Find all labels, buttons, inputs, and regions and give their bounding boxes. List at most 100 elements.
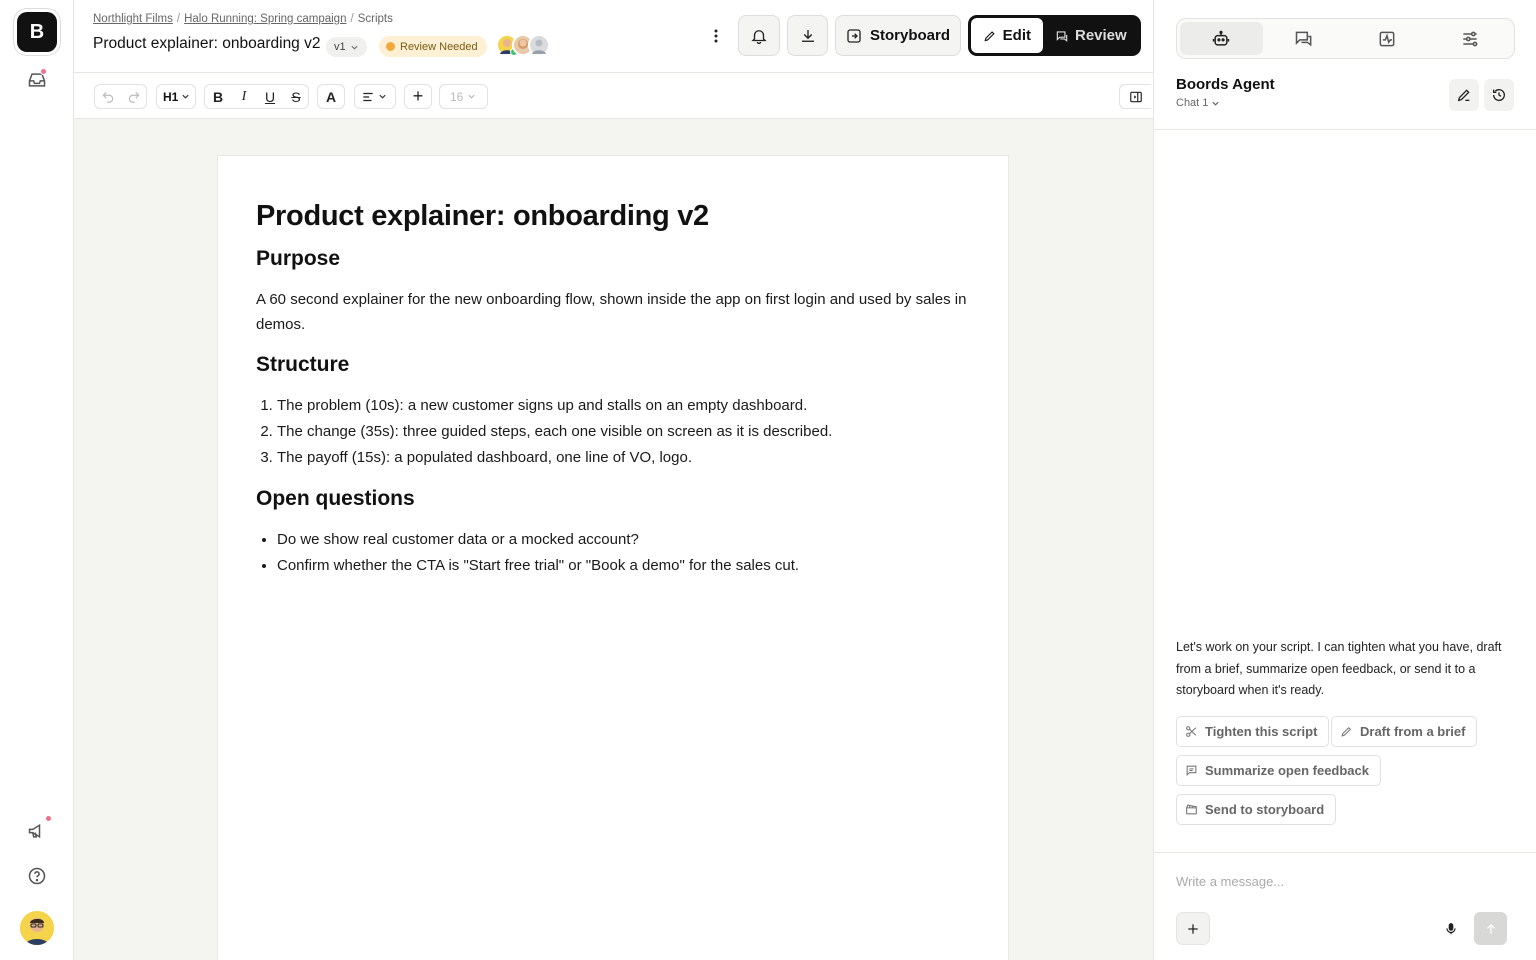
export-icon bbox=[847, 28, 861, 43]
breadcrumb-section[interactable]: Scripts bbox=[358, 13, 393, 25]
attach-button[interactable] bbox=[1176, 912, 1210, 945]
document-page[interactable]: Product explainer: onboarding v2 Purpose… bbox=[218, 156, 1008, 960]
suggestion-draft-brief[interactable]: Draft from a brief bbox=[1331, 716, 1478, 747]
help-icon[interactable] bbox=[25, 864, 49, 888]
bold-button[interactable]: B bbox=[205, 85, 231, 108]
plus-icon bbox=[1188, 923, 1198, 934]
chat-history-button[interactable] bbox=[1484, 79, 1514, 111]
list-item[interactable]: The problem (10s): a new customer signs … bbox=[277, 393, 970, 419]
tab-settings[interactable] bbox=[1428, 22, 1511, 55]
suggestion-summarize-feedback[interactable]: Summarize open feedback bbox=[1176, 755, 1381, 786]
status-badge[interactable]: Review Needed bbox=[379, 36, 487, 57]
chevron-down-icon bbox=[1212, 101, 1220, 106]
align-select[interactable] bbox=[354, 84, 396, 109]
strikethrough-button[interactable]: S bbox=[283, 85, 309, 108]
purpose-heading[interactable]: Purpose bbox=[256, 247, 970, 271]
suggestion-tighten[interactable]: Tighten this script bbox=[1176, 716, 1330, 747]
questions-list: Do we show real customer data or a mocke… bbox=[277, 527, 970, 579]
comment-icon bbox=[1056, 30, 1068, 42]
toggle-panel-button[interactable] bbox=[1119, 84, 1151, 109]
inbox-icon[interactable] bbox=[25, 68, 49, 92]
left-rail: B bbox=[0, 0, 74, 960]
scissors-icon bbox=[1186, 726, 1197, 737]
text-style-group: B I U S bbox=[204, 84, 309, 109]
app-logo[interactable]: B bbox=[17, 12, 57, 52]
bell-icon bbox=[751, 29, 767, 44]
collaborator-avatar bbox=[528, 34, 550, 56]
insert-button[interactable]: + bbox=[404, 84, 432, 109]
chevron-down-icon bbox=[351, 45, 358, 50]
agent-panel: Boords Agent Chat 1 Let's work on your s… bbox=[1153, 0, 1536, 960]
tab-activity[interactable] bbox=[1346, 22, 1429, 55]
document-canvas: Product explainer: onboarding v2 Purpose… bbox=[74, 119, 1153, 960]
redo-icon bbox=[128, 91, 140, 103]
send-button[interactable] bbox=[1474, 912, 1507, 945]
microphone-button[interactable] bbox=[1440, 918, 1462, 940]
list-item[interactable]: The payoff (15s): a populated dashboard,… bbox=[277, 445, 970, 471]
history-group bbox=[94, 84, 147, 109]
chevron-down-icon bbox=[379, 94, 386, 99]
review-mode-button[interactable]: Review bbox=[1043, 18, 1139, 53]
list-item[interactable]: The change (35s): three guided steps, ea… bbox=[277, 419, 970, 445]
document-title[interactable]: Product explainer: onboarding v2 bbox=[256, 200, 970, 233]
new-chat-button[interactable] bbox=[1449, 79, 1479, 111]
suggestion-send-storyboard[interactable]: Send to storyboard bbox=[1176, 794, 1337, 825]
message-input[interactable] bbox=[1176, 874, 1506, 889]
status-dot bbox=[386, 42, 395, 51]
activity-icon bbox=[1379, 31, 1395, 46]
version-select[interactable]: v1 bbox=[326, 37, 367, 57]
purpose-paragraph[interactable]: A 60 second explainer for the new onboar… bbox=[256, 287, 970, 337]
sidebar-toggle-icon bbox=[1129, 91, 1142, 102]
announcement-dot bbox=[45, 815, 52, 822]
breadcrumb: Northlight Films / Halo Running: Spring ca… bbox=[93, 13, 393, 25]
page-title[interactable]: Product explainer: onboarding v2 bbox=[93, 35, 320, 53]
chevron-down-icon bbox=[182, 94, 189, 99]
download-button[interactable] bbox=[787, 15, 828, 56]
robot-icon bbox=[1213, 30, 1230, 46]
notifications-button[interactable] bbox=[738, 15, 780, 56]
history-icon bbox=[1493, 89, 1505, 101]
document-header: Northlight Films / Halo Running: Spring ca… bbox=[74, 0, 1153, 73]
structure-heading[interactable]: Structure bbox=[256, 353, 970, 377]
tab-comments[interactable] bbox=[1263, 22, 1346, 55]
edit-mode-button[interactable]: Edit bbox=[971, 18, 1043, 53]
tab-agent[interactable] bbox=[1180, 22, 1263, 55]
underline-button[interactable]: U bbox=[257, 85, 283, 108]
microphone-icon bbox=[1446, 923, 1456, 935]
download-icon bbox=[801, 29, 814, 42]
agent-message: Let's work on your script. I can tighten… bbox=[1176, 640, 1502, 697]
list-item[interactable]: Do we show real customer data or a mocke… bbox=[277, 527, 970, 553]
pencil-icon bbox=[984, 30, 995, 41]
composer-divider bbox=[1154, 852, 1536, 853]
font-size-select[interactable]: 16 bbox=[439, 84, 488, 109]
align-left-icon bbox=[363, 92, 373, 101]
user-avatar[interactable] bbox=[20, 911, 54, 945]
collaborator-avatars[interactable] bbox=[496, 34, 550, 58]
clapperboard-icon bbox=[1186, 804, 1198, 815]
text-color-button[interactable]: A bbox=[317, 84, 345, 109]
megaphone-icon[interactable] bbox=[25, 815, 52, 843]
mode-toggle[interactable]: Edit Review bbox=[968, 15, 1141, 56]
list-item[interactable]: Confirm whether the CTA is "Start free t… bbox=[277, 553, 970, 579]
agent-title: Boords Agent bbox=[1176, 76, 1275, 93]
breadcrumb-project[interactable]: Halo Running: Spring campaign bbox=[184, 13, 346, 25]
undo-icon bbox=[102, 91, 114, 103]
panel-tabs bbox=[1176, 18, 1515, 59]
structure-list: The problem (10s): a new customer signs … bbox=[277, 393, 970, 471]
message-icon bbox=[1186, 765, 1197, 777]
chevron-down-icon bbox=[468, 94, 475, 99]
edit-icon bbox=[1457, 89, 1470, 102]
italic-button[interactable]: I bbox=[231, 85, 257, 108]
chat-select[interactable]: Chat 1 bbox=[1176, 97, 1220, 109]
storyboard-button[interactable]: Storyboard bbox=[835, 15, 961, 56]
arrow-up-icon bbox=[1486, 923, 1495, 934]
formatting-toolbar: H1 B I U S A + 16 bbox=[74, 73, 1153, 119]
questions-heading[interactable]: Open questions bbox=[256, 487, 970, 511]
inbox-notification-dot bbox=[40, 68, 47, 75]
heading-select[interactable]: H1 bbox=[156, 84, 196, 109]
more-options-icon[interactable] bbox=[704, 24, 728, 48]
redo-button[interactable] bbox=[121, 85, 147, 108]
breadcrumb-team[interactable]: Northlight Films bbox=[93, 13, 173, 25]
undo-button[interactable] bbox=[95, 85, 121, 108]
sliders-icon bbox=[1462, 31, 1478, 46]
